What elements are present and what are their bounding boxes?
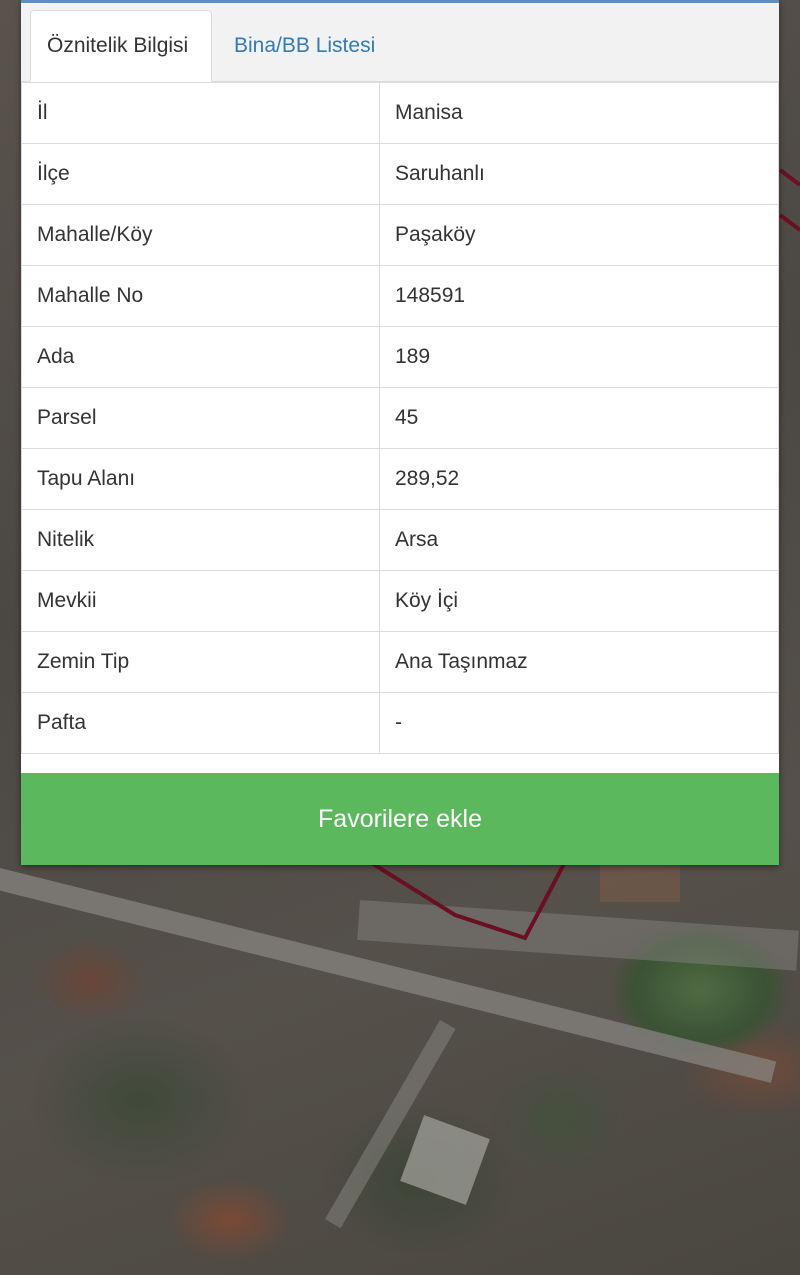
attribute-label: Parsel xyxy=(21,387,380,449)
attribute-label: Mahalle/Köy xyxy=(21,204,380,266)
table-row: Zemin Tip Ana Taşınmaz xyxy=(21,631,779,693)
attribute-value: 289,52 xyxy=(379,448,779,510)
attribute-label: Tapu Alanı xyxy=(21,448,380,510)
table-row: Mahalle/Köy Paşaköy xyxy=(21,204,779,266)
table-row: Mevkii Köy İçi xyxy=(21,570,779,632)
table-row: Ada 189 xyxy=(21,326,779,388)
attribute-value: Manisa xyxy=(379,82,779,144)
tab-building-list[interactable]: Bina/BB Listesi xyxy=(234,10,375,82)
attribute-value: - xyxy=(379,692,779,754)
attribute-value: Arsa xyxy=(379,509,779,571)
attribute-label: Nitelik xyxy=(21,509,380,571)
tab-attribute-info[interactable]: Öznitelik Bilgisi xyxy=(30,10,212,82)
attribute-label: Zemin Tip xyxy=(21,631,380,693)
attribute-table-body: İl Manisa İlçe Saruhanlı Mahalle/Köy Paşaköy M… xyxy=(21,82,779,754)
attribute-label: Mahalle No xyxy=(21,265,380,327)
attribute-value: 189 xyxy=(379,326,779,388)
tab-bar: Öznitelik Bilgisi Bina/BB Listesi xyxy=(21,3,779,82)
table-row: Tapu Alanı 289,52 xyxy=(21,448,779,510)
table-row: Mahalle No 148591 xyxy=(21,265,779,327)
attribute-value: Saruhanlı xyxy=(379,143,779,205)
table-row: Pafta - xyxy=(21,692,779,754)
attribute-value: 45 xyxy=(379,387,779,449)
attribute-label: İl xyxy=(21,82,380,144)
attribute-label: Pafta xyxy=(21,692,380,754)
attribute-label: Mevkii xyxy=(21,570,380,632)
table-row: İlçe Saruhanlı xyxy=(21,143,779,205)
add-to-favorites-button[interactable]: Favorilere ekle xyxy=(21,773,779,865)
attribute-value: Ana Taşınmaz xyxy=(379,631,779,693)
table-row: Parsel 45 xyxy=(21,387,779,449)
attribute-value: 148591 xyxy=(379,265,779,327)
attribute-value: Paşaköy xyxy=(379,204,779,266)
attribute-value: Köy İçi xyxy=(379,570,779,632)
attribute-label: Ada xyxy=(21,326,380,388)
table-row: Nitelik Arsa xyxy=(21,509,779,571)
attribute-label: İlçe xyxy=(21,143,380,205)
attribute-table: İl Manisa İlçe Saruhanlı Mahalle/Köy Paşaköy M… xyxy=(21,82,779,754)
attribute-panel: Öznitelik Bilgisi Bina/BB Listesi İl Mani… xyxy=(21,0,779,865)
table-row: İl Manisa xyxy=(21,82,779,144)
